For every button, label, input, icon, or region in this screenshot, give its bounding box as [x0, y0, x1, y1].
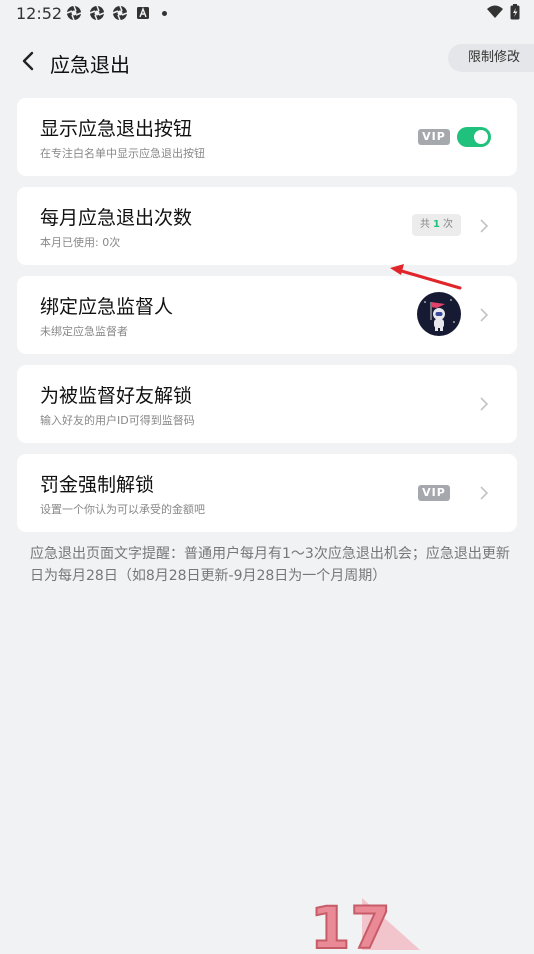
vip-badge: VIP	[418, 485, 450, 501]
vip-badge: VIP	[418, 129, 450, 145]
status-time: 12:52	[16, 4, 63, 23]
badge-count: 1	[433, 219, 440, 230]
chevron-right-icon	[480, 308, 489, 322]
card-monthly-exit-count[interactable]: 每月应急退出次数 本月已使用: 0次 共 1 次	[17, 187, 517, 265]
status-notification-icons	[66, 5, 167, 21]
card-title: 显示应急退出按钮	[40, 118, 193, 140]
exit-count-badge: 共 1 次	[412, 214, 461, 236]
limit-modify-button[interactable]: 限制修改	[447, 44, 534, 72]
card-subtitle: 在专注白名单中显示应急退出按钮	[40, 147, 205, 160]
card-title: 为被监督好友解锁	[40, 385, 193, 407]
a-badge-icon	[137, 7, 149, 19]
card-unlock-friend[interactable]: 为被监督好友解锁 输入好友的用户ID可得到监督码	[17, 365, 517, 443]
card-subtitle: 本月已使用: 0次	[40, 236, 121, 249]
card-title: 罚金强制解锁	[40, 474, 155, 496]
card-subtitle: 输入好友的用户ID可得到监督码	[40, 414, 195, 427]
aperture-icon	[89, 5, 105, 21]
annotation-arrow-icon	[390, 264, 462, 290]
aperture-icon	[66, 5, 82, 21]
exit-reminder-note: 应急退出页面文字提醒：普通用户每月有1～3次应急退出机会；应急退出更新日为每月2…	[30, 546, 510, 584]
chevron-right-icon	[480, 219, 489, 233]
badge-prefix: 共	[420, 219, 431, 230]
page-header: 应急退出 限制修改	[0, 40, 534, 84]
watermark-text: 17	[310, 894, 391, 950]
status-bar: 12:52	[0, 0, 534, 28]
card-fine-unlock[interactable]: 罚金强制解锁 设置一个你认为可以承受的金额吧 VIP	[17, 454, 517, 532]
card-show-exit-button[interactable]: 显示应急退出按钮 在专注白名单中显示应急退出按钮 VIP	[17, 98, 517, 176]
watermark-logo: 17	[309, 888, 430, 954]
page-title: 应急退出	[50, 53, 130, 77]
chevron-left-icon[interactable]	[18, 50, 40, 72]
dot-icon	[162, 10, 167, 16]
card-subtitle: 未绑定应急监督者	[40, 325, 128, 338]
card-title: 绑定应急监督人	[40, 296, 174, 318]
card-title: 每月应急退出次数	[40, 207, 193, 229]
battery-charging-icon	[510, 4, 520, 20]
chevron-right-icon	[480, 397, 489, 411]
card-subtitle: 设置一个你认为可以承受的金额吧	[40, 503, 205, 516]
badge-suffix: 次	[443, 219, 453, 230]
astronaut-avatar	[417, 292, 461, 336]
show-exit-toggle[interactable]	[457, 127, 491, 147]
status-system-icons	[486, 4, 520, 20]
wifi-icon	[487, 5, 503, 18]
aperture-icon	[112, 5, 128, 21]
toggle-knob	[474, 130, 488, 144]
chevron-right-icon	[480, 486, 489, 500]
